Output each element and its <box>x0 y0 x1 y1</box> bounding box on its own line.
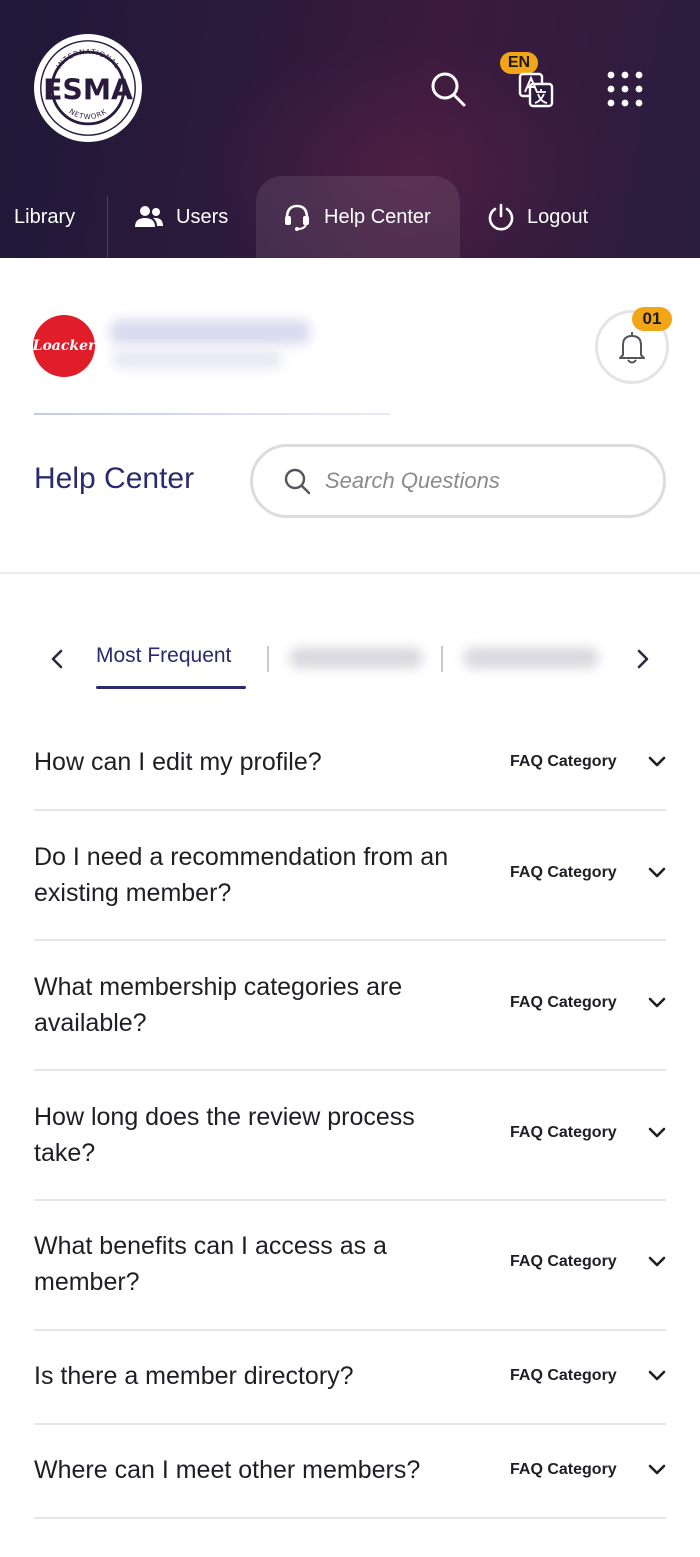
main-nav: Library Users Help Center Logout <box>0 176 700 258</box>
nav-item-label: Library <box>14 205 76 228</box>
language-switcher[interactable]: EN <box>500 52 560 112</box>
tab-separator <box>441 646 443 672</box>
app-header: INTERNATIONAL NETWORK ESMA EN Library Us… <box>0 0 700 258</box>
apps-grid-icon <box>607 71 643 107</box>
company-avatar[interactable]: Loacker <box>33 315 95 377</box>
tab-category-redacted[interactable] <box>290 648 422 668</box>
avatar-text: Loacker <box>32 338 96 354</box>
tab-separator <box>267 646 269 672</box>
nav-item-label: Users <box>176 205 229 228</box>
nav-item-library[interactable]: Library <box>14 176 75 258</box>
chevron-down-icon[interactable] <box>646 1459 668 1481</box>
faq-question: Do I need a recommendation from an exist… <box>34 843 449 907</box>
apps-menu-button[interactable] <box>604 68 646 110</box>
notification-count-badge: 01 <box>632 307 672 331</box>
chevron-down-icon[interactable] <box>646 862 668 884</box>
faq-question: What benefits can I access as a member? <box>34 1232 387 1296</box>
faq-category: FAQ Category <box>510 1253 617 1270</box>
faq-category: FAQ Category <box>510 1461 617 1478</box>
faq-item[interactable]: Is there a member directory? FAQ Categor… <box>34 1331 666 1425</box>
chevron-down-icon[interactable] <box>646 1365 668 1387</box>
chevron-down-icon[interactable] <box>646 1251 668 1273</box>
search-questions-input[interactable] <box>325 468 645 494</box>
esma-logo-graphic: INTERNATIONAL NETWORK ESMA <box>38 38 138 138</box>
faq-category: FAQ Category <box>510 864 617 881</box>
chevron-down-icon[interactable] <box>646 1122 668 1144</box>
faq-category: FAQ Category <box>510 753 617 770</box>
chevron-down-icon[interactable] <box>646 992 668 1014</box>
search-icon <box>431 72 466 107</box>
headset-icon <box>285 204 309 231</box>
search-questions-field[interactable] <box>250 444 666 518</box>
esma-logo[interactable]: INTERNATIONAL NETWORK ESMA <box>34 34 142 142</box>
users-icon <box>135 206 163 227</box>
tab-active-indicator <box>96 686 246 689</box>
user-subtitle-redacted <box>112 350 282 368</box>
tabs-prev-button[interactable] <box>44 644 70 674</box>
section-divider <box>0 572 700 574</box>
nav-item-help-center[interactable]: Help Center <box>256 176 460 258</box>
translate-icon <box>518 72 554 108</box>
tab-category-redacted[interactable] <box>464 648 598 668</box>
faq-item[interactable]: How long does the review process take? F… <box>34 1071 666 1201</box>
search-icon <box>284 468 311 495</box>
faq-item[interactable]: Do I need a recommendation from an exist… <box>34 811 666 941</box>
nav-item-label: Help Center <box>324 205 431 228</box>
chevron-left-icon <box>51 649 63 669</box>
tabs-next-button[interactable] <box>630 644 656 674</box>
faq-item[interactable]: How can I edit my profile? FAQ Category <box>34 715 666 811</box>
chevron-right-icon <box>637 649 649 669</box>
page-title: Help Center <box>34 462 195 495</box>
faq-item[interactable]: What membership categories are available… <box>34 941 666 1071</box>
faq-item[interactable]: What benefits can I access as a member? … <box>34 1201 666 1331</box>
faq-question: What membership categories are available… <box>34 973 403 1037</box>
faq-question: Where can I meet other members? <box>34 1456 421 1484</box>
faq-category: FAQ Category <box>510 1367 617 1384</box>
logo-main-text: ESMA <box>43 73 133 106</box>
nav-divider <box>107 196 108 258</box>
search-button[interactable] <box>425 66 471 112</box>
nav-item-label: Logout <box>527 205 589 228</box>
tab-most-frequent[interactable]: Most Frequent <box>96 644 231 668</box>
profile-underline <box>34 413 390 415</box>
faq-question: How can I edit my profile? <box>34 748 322 776</box>
bell-icon <box>619 332 645 364</box>
faq-item[interactable]: Where can I meet other members? FAQ Cate… <box>34 1425 666 1519</box>
chevron-down-icon[interactable] <box>646 751 668 773</box>
faq-question: Is there a member directory? <box>34 1362 354 1390</box>
nav-item-users[interactable]: Users <box>134 176 228 258</box>
faq-category: FAQ Category <box>510 1124 617 1141</box>
faq-category: FAQ Category <box>510 994 617 1011</box>
nav-item-logout[interactable]: Logout <box>487 176 588 258</box>
user-name-redacted <box>110 320 310 344</box>
power-icon <box>488 203 514 231</box>
faq-question: How long does the review process take? <box>34 1103 415 1167</box>
